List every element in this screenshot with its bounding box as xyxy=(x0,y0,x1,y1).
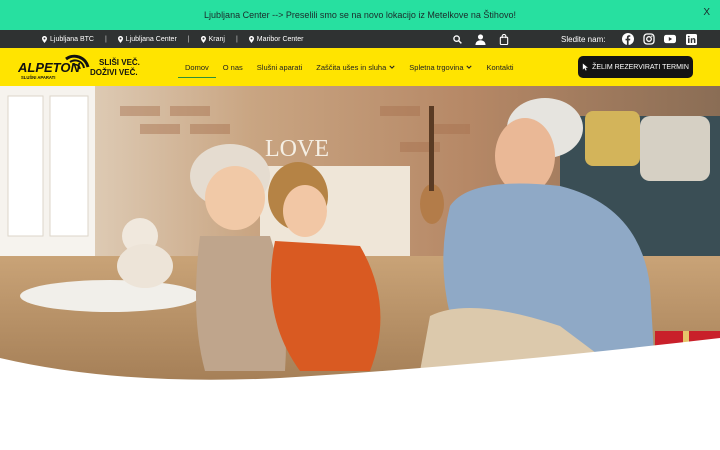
announcement-bar: Ljubljana Center --> Preselili smo se na… xyxy=(0,0,720,30)
youtube-icon[interactable] xyxy=(664,33,676,45)
nav-item-spletna-trgovina[interactable]: Spletna trgovina xyxy=(402,48,479,86)
separator: | xyxy=(187,35,190,43)
nav-item-label: Domov xyxy=(185,62,209,72)
nav-item-slusni-aparati[interactable]: Slušni aparati xyxy=(250,48,309,86)
tagline-line-2: DOŽIVI VEČ. xyxy=(90,68,138,77)
nav-item-domov[interactable]: Domov xyxy=(178,48,216,86)
tagline-line-1: SLIŠI VEČ. xyxy=(99,58,140,67)
location-label: Kranj xyxy=(208,35,225,43)
nav-item-label: O nas xyxy=(222,62,243,72)
location-link-maribor-center[interactable]: Maribor Center xyxy=(248,35,304,43)
utility-icons xyxy=(453,30,509,48)
announcement-text[interactable]: Ljubljana Center --> Preselili smo se na… xyxy=(204,10,516,20)
shopping-bag-icon[interactable] xyxy=(499,33,509,45)
nav-item-label: Slušni aparati xyxy=(256,62,303,72)
top-bar: Ljubljana BTC | Ljubljana Center | Kranj… xyxy=(0,30,720,48)
main-header: ALPETON SLUŠNI APARATI SLIŠI VEČ. DOŽIVI… xyxy=(0,48,720,86)
follow-us-label: Sledite nam: xyxy=(561,34,606,44)
nav-item-zascita-uses[interactable]: Zaščita ušes in sluha xyxy=(309,48,402,86)
map-pin-icon xyxy=(117,35,123,43)
instagram-icon[interactable] xyxy=(643,33,655,45)
chevron-down-icon xyxy=(466,65,473,69)
logo-wordmark: ALPETON xyxy=(18,60,80,75)
map-pin-icon xyxy=(248,35,254,43)
book-appointment-button[interactable]: ŽELIM REZERVIRATI TERMIN xyxy=(578,56,693,78)
hero-image: LOVE xyxy=(0,86,720,386)
separator: | xyxy=(235,35,238,43)
facebook-icon[interactable] xyxy=(622,33,634,45)
location-label: Maribor Center xyxy=(256,35,304,43)
social-links xyxy=(622,30,697,48)
nav-item-label: Zaščita ušes in sluha xyxy=(316,62,387,72)
separator: | xyxy=(104,35,107,43)
alpeton-logo[interactable]: ALPETON SLUŠNI APARATI xyxy=(17,53,92,81)
linkedin-icon[interactable] xyxy=(685,33,697,45)
user-account-icon[interactable] xyxy=(475,33,486,45)
search-icon[interactable] xyxy=(453,34,462,44)
location-link-ljubljana-center[interactable]: Ljubljana Center xyxy=(117,35,177,43)
location-link-kranj[interactable]: Kranj xyxy=(200,35,225,43)
nav-item-label: Spletna trgovina xyxy=(409,62,464,72)
main-navigation: Domov O nas Slušni aparati Zaščita ušes … xyxy=(178,48,521,86)
logo-subtext: SLUŠNI APARATI xyxy=(21,75,55,80)
love-decor: LOVE xyxy=(265,136,329,162)
nav-item-label: Kontakti xyxy=(486,62,514,72)
brand-tagline: SLIŠI VEČ. DOŽIVI VEČ. xyxy=(90,58,140,78)
map-pin-icon xyxy=(200,35,206,43)
close-announcement-button[interactable]: X xyxy=(703,7,710,18)
locations-list: Ljubljana BTC | Ljubljana Center | Kranj… xyxy=(42,30,303,48)
nav-item-o-nas[interactable]: O nas xyxy=(216,48,250,86)
map-pin-icon xyxy=(42,35,47,43)
cta-label: ŽELIM REZERVIRATI TERMIN xyxy=(592,63,689,71)
nav-item-kontakti[interactable]: Kontakti xyxy=(479,48,520,86)
chevron-down-icon xyxy=(389,65,395,69)
location-link-ljubljana-btc[interactable]: Ljubljana BTC xyxy=(42,35,94,43)
location-label: Ljubljana BTC xyxy=(50,35,94,43)
cursor-pointer-icon xyxy=(582,63,588,71)
location-label: Ljubljana Center xyxy=(125,35,177,43)
family-photo-illustration: LOVE xyxy=(0,86,720,386)
